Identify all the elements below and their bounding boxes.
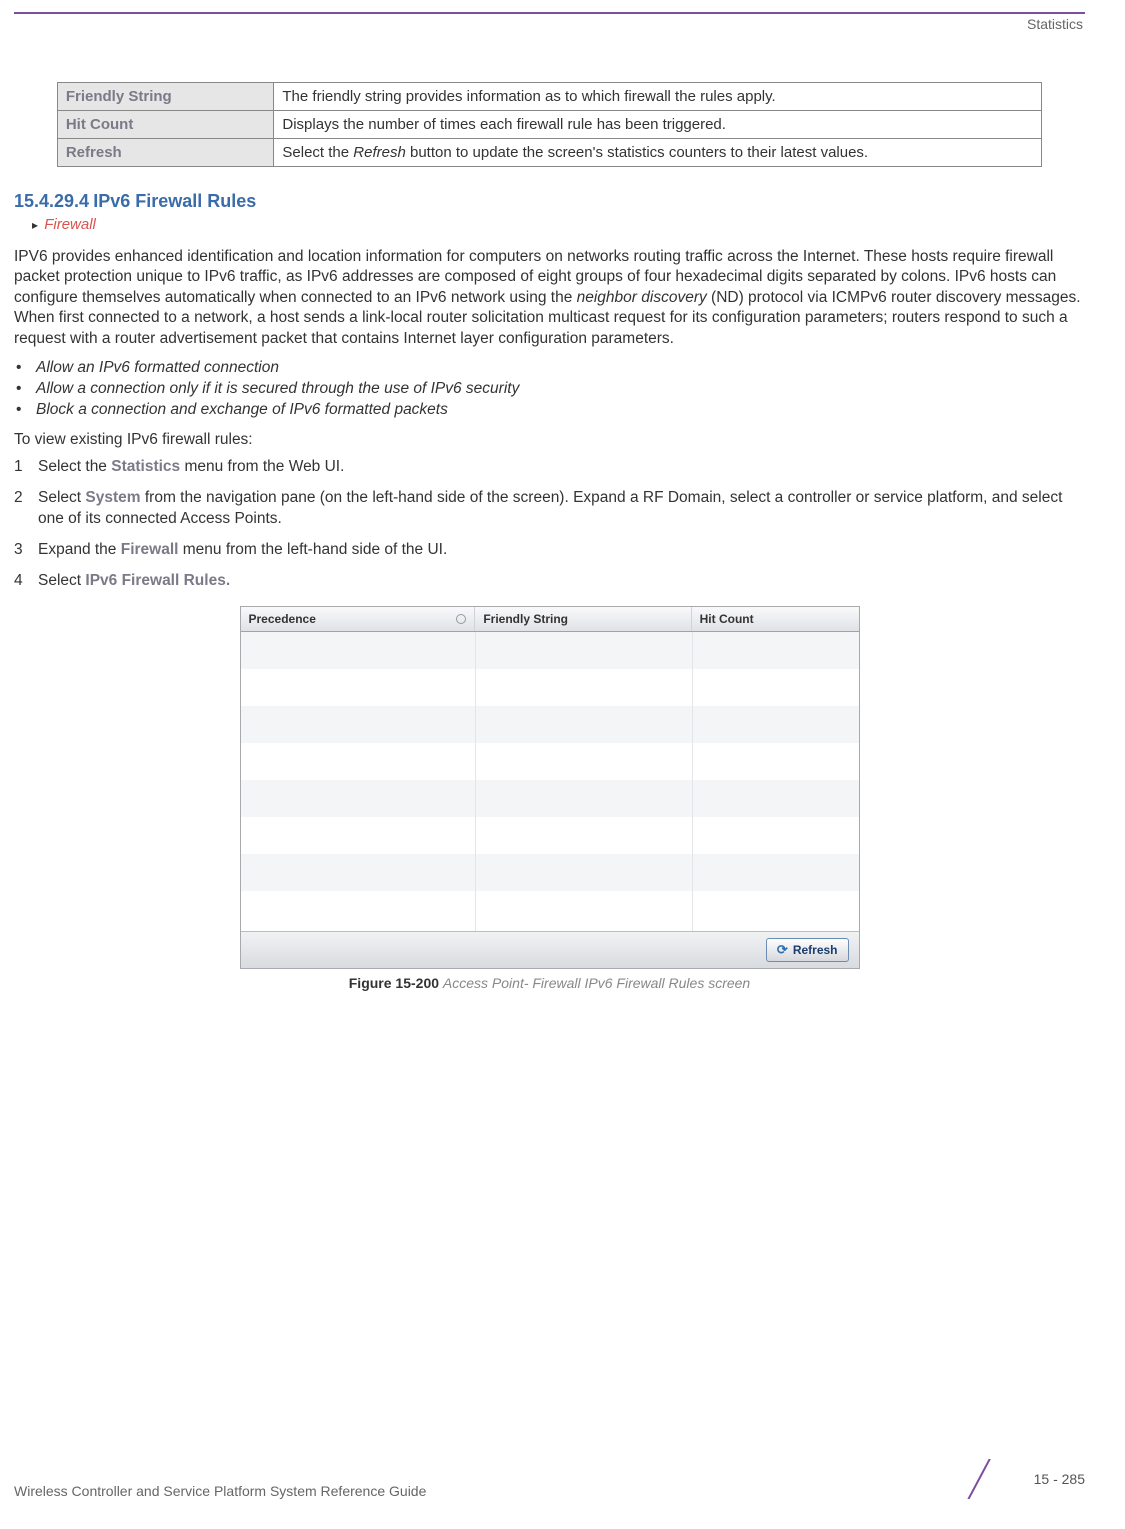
column-label: Hit Count: [700, 612, 754, 626]
refresh-button[interactable]: ⟳ Refresh: [766, 938, 849, 962]
table-row: [241, 669, 859, 706]
grid-footer: ⟳ Refresh: [241, 932, 859, 968]
term-cell: Hit Count: [57, 111, 274, 139]
page-footer: Wireless Controller and Service Platform…: [14, 1459, 1085, 1499]
step-number: 2: [14, 488, 23, 509]
column-label: Friendly String: [483, 612, 568, 626]
table-row: Friendly String The friendly string prov…: [57, 83, 1041, 111]
step-text: Select: [38, 572, 85, 589]
refresh-icon: ⟳: [777, 942, 788, 958]
page-header-section: Statistics: [14, 16, 1085, 32]
desc-cell: The friendly string provides information…: [274, 83, 1042, 111]
bullet-list: Allow an IPv6 formatted connection Allow…: [14, 359, 1085, 419]
figure-title: Access Point- Firewall IPv6 Firewall Rul…: [443, 975, 750, 991]
desc-text: button to update the screen's statistics…: [406, 144, 868, 161]
column-separator: [692, 632, 693, 931]
step-strong: System: [85, 489, 140, 506]
grid-header: Precedence Friendly String Hit Count: [241, 607, 859, 632]
section-heading: 15.4.29.4 IPv6 Firewall Rules: [14, 191, 1085, 212]
step-number: 4: [14, 571, 23, 592]
page-number: 15 - 285: [1034, 1471, 1085, 1487]
column-header-hit-count[interactable]: Hit Count: [692, 607, 859, 631]
column-separator: [475, 632, 476, 931]
column-label: Precedence: [249, 612, 316, 626]
table-row: [241, 632, 859, 669]
term-cell: Refresh: [57, 139, 274, 167]
list-item: 3 Expand the Firewall menu from the left…: [14, 540, 1085, 561]
table-row: Hit Count Displays the number of times e…: [57, 111, 1041, 139]
step-text: menu from the left-hand side of the UI.: [178, 541, 447, 558]
grid-body: [241, 632, 859, 932]
column-header-precedence[interactable]: Precedence: [241, 607, 476, 631]
screenshot-panel: Precedence Friendly String Hit Count ⟳ R…: [240, 606, 860, 969]
step-number: 1: [14, 457, 23, 478]
desc-cell: Select the Refresh button to update the …: [274, 139, 1042, 167]
table-row: [241, 780, 859, 817]
footer-slash-icon: [964, 1459, 1022, 1499]
figure-label: Figure 15-200: [349, 975, 439, 991]
definition-table: Friendly String The friendly string prov…: [57, 82, 1042, 167]
column-header-friendly-string[interactable]: Friendly String: [475, 607, 691, 631]
sort-asc-icon[interactable]: [456, 614, 466, 624]
step-text: Select the: [38, 458, 111, 475]
table-row: [241, 891, 859, 928]
step-list: 1 Select the Statistics menu from the We…: [14, 457, 1085, 592]
intro-paragraph: IPV6 provides enhanced identification an…: [14, 247, 1085, 349]
lead-text: To view existing IPv6 firewall rules:: [14, 431, 1085, 449]
list-item: 4 Select IPv6 Firewall Rules.: [14, 571, 1085, 592]
refresh-label: Refresh: [793, 943, 838, 957]
term-cell: Friendly String: [57, 83, 274, 111]
para-em: neighbor discovery: [577, 289, 707, 306]
figure-caption: Figure 15-200 Access Point- Firewall IPv…: [14, 975, 1085, 991]
section-title: IPv6 Firewall Rules: [93, 191, 256, 211]
table-row: [241, 743, 859, 780]
table-row: [241, 706, 859, 743]
step-text: Select: [38, 489, 85, 506]
section-number: 15.4.29.4: [14, 191, 89, 211]
table-row: [241, 854, 859, 891]
step-text: from the navigation pane (on the left-ha…: [38, 489, 1062, 527]
step-text: Expand the: [38, 541, 121, 558]
list-item: Allow a connection only if it is secured…: [14, 380, 1085, 398]
list-item: 2 Select System from the navigation pane…: [14, 488, 1085, 530]
top-divider: [14, 12, 1085, 14]
step-strong: Statistics: [111, 458, 180, 475]
step-strong: IPv6 Firewall Rules.: [85, 572, 230, 589]
desc-text: Select the: [282, 144, 353, 161]
desc-em: Refresh: [353, 144, 406, 161]
list-item: 1 Select the Statistics menu from the We…: [14, 457, 1085, 478]
list-item: Block a connection and exchange of IPv6 …: [14, 401, 1085, 419]
footer-doc-title: Wireless Controller and Service Platform…: [14, 1483, 426, 1499]
step-strong: Firewall: [121, 541, 179, 558]
step-text: menu from the Web UI.: [180, 458, 344, 475]
list-item: Allow an IPv6 formatted connection: [14, 359, 1085, 377]
breadcrumb[interactable]: Firewall: [32, 216, 1085, 233]
desc-cell: Displays the number of times each firewa…: [274, 111, 1042, 139]
table-row: [241, 817, 859, 854]
breadcrumb-label: Firewall: [44, 216, 96, 233]
table-row: Refresh Select the Refresh button to upd…: [57, 139, 1041, 167]
step-number: 3: [14, 540, 23, 561]
